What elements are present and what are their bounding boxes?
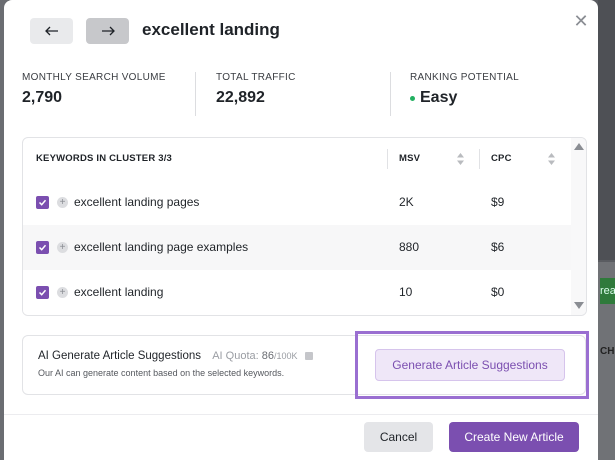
ai-suggestions-description: Our AI can generate content based on the… bbox=[38, 368, 285, 378]
table-row: + excellent landing page examples 880 $6 bbox=[23, 225, 571, 271]
msv-value: 880 bbox=[399, 240, 420, 254]
keyword-text: excellent landing pages bbox=[74, 195, 200, 209]
background-green-button: rea bbox=[600, 278, 615, 304]
stat-label: TOTAL TRAFFIC bbox=[216, 72, 296, 83]
keyword-text: excellent landing bbox=[74, 285, 164, 299]
ai-quota-total: /100K bbox=[274, 351, 298, 361]
stat-value-wrapper: Easy bbox=[410, 89, 519, 107]
keyword-text: excellent landing page examples bbox=[74, 240, 249, 254]
easy-indicator-dot bbox=[410, 95, 415, 101]
stat-value: 2,790 bbox=[22, 89, 63, 106]
forward-button[interactable] bbox=[86, 18, 129, 44]
stat-monthly-search-volume: MONTHLY SEARCH VOLUME 2,790 bbox=[22, 72, 166, 116]
footer-divider bbox=[4, 414, 598, 415]
scroll-down-icon[interactable] bbox=[574, 302, 584, 309]
plus-icon[interactable]: + bbox=[57, 197, 68, 208]
plus-icon[interactable]: + bbox=[57, 287, 68, 298]
column-header-keywords: KEYWORDS IN CLUSTER 3/3 bbox=[36, 153, 173, 164]
generate-article-suggestions-button[interactable]: Generate Article Suggestions bbox=[375, 349, 565, 381]
ai-quota-label: AI Quota: bbox=[212, 350, 259, 362]
table-row: + excellent landing 10 $0 bbox=[23, 270, 571, 315]
cancel-button[interactable]: Cancel bbox=[364, 422, 433, 452]
create-new-article-button[interactable]: Create New Article bbox=[449, 422, 579, 452]
sort-icon[interactable] bbox=[457, 153, 464, 165]
keyword-checkbox[interactable] bbox=[36, 241, 49, 254]
checkmark-icon bbox=[38, 244, 47, 251]
checkmark-icon bbox=[38, 199, 47, 206]
ranking-potential-value: Easy bbox=[420, 89, 458, 106]
ai-suggestions-title: AI Generate Article Suggestions bbox=[38, 350, 202, 362]
ai-quota-used: 86 bbox=[261, 350, 275, 362]
msv-value: 10 bbox=[399, 285, 413, 299]
column-header-cpc[interactable]: CPC bbox=[491, 138, 512, 180]
info-icon[interactable] bbox=[304, 352, 313, 361]
table-row: + excellent landing pages 2K $9 bbox=[23, 180, 571, 226]
msv-value: 2K bbox=[399, 195, 414, 209]
column-separator bbox=[479, 149, 480, 169]
stat-ranking-potential: RANKING POTENTIAL Easy bbox=[410, 72, 519, 116]
sort-icon[interactable] bbox=[548, 153, 555, 165]
keywords-table: KEYWORDS IN CLUSTER 3/3 MSV CPC + excell… bbox=[22, 137, 587, 316]
close-icon[interactable]: ✕ bbox=[571, 11, 591, 31]
table-scrollbar[interactable] bbox=[571, 138, 586, 315]
stat-divider bbox=[390, 72, 391, 116]
page-title: excellent landing bbox=[142, 20, 280, 39]
arrow-left-icon bbox=[44, 26, 58, 36]
keyword-checkbox[interactable] bbox=[36, 286, 49, 299]
ai-quota: AI Quota: 86/100K bbox=[212, 350, 313, 362]
stat-total-traffic: TOTAL TRAFFIC 22,892 bbox=[216, 72, 296, 116]
keyword-checkbox[interactable] bbox=[36, 196, 49, 209]
cpc-value: $9 bbox=[491, 195, 505, 209]
stat-divider bbox=[195, 72, 196, 116]
column-header-msv[interactable]: MSV bbox=[399, 138, 420, 180]
background-column-text: CH bbox=[600, 346, 615, 357]
cpc-value: $0 bbox=[491, 285, 505, 299]
checkmark-icon bbox=[38, 289, 47, 296]
back-button[interactable] bbox=[30, 18, 73, 44]
table-header: KEYWORDS IN CLUSTER 3/3 MSV CPC bbox=[23, 138, 571, 181]
stat-value: 22,892 bbox=[216, 89, 265, 106]
stat-label: RANKING POTENTIAL bbox=[410, 72, 520, 83]
plus-icon[interactable]: + bbox=[57, 242, 68, 253]
keyword-cluster-modal: ✕ excellent landing MONTHLY SEARCH VOLUM… bbox=[4, 0, 598, 460]
ai-suggestions-title-row: AI Generate Article Suggestions AI Quota… bbox=[38, 350, 313, 362]
cpc-value: $6 bbox=[491, 240, 505, 254]
background-app-right-top bbox=[598, 0, 615, 260]
arrow-right-icon bbox=[101, 26, 115, 36]
scroll-up-icon[interactable] bbox=[574, 143, 584, 150]
stat-label: MONTHLY SEARCH VOLUME bbox=[22, 72, 166, 83]
column-separator bbox=[387, 149, 388, 169]
